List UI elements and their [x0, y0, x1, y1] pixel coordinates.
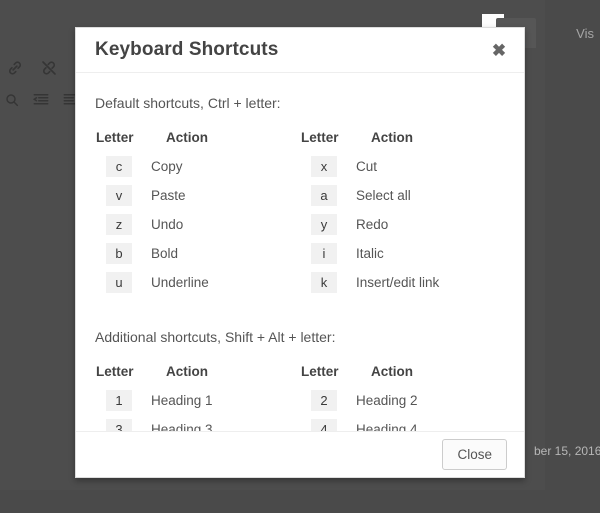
- background-publish-date: ber 15, 2016: [534, 444, 600, 458]
- shortcut-key: x: [311, 156, 337, 177]
- shortcut-action: Heading 3: [151, 422, 213, 431]
- column-header-action: Action: [371, 364, 413, 379]
- shortcut-key: 3: [106, 419, 132, 431]
- dialog-header: Keyboard Shortcuts ✖: [76, 28, 524, 73]
- column-header-action: Action: [371, 130, 413, 145]
- dialog-title: Keyboard Shortcuts: [95, 39, 279, 60]
- table-row: 1 Heading 1: [95, 386, 300, 415]
- table-row: k Insert/edit link: [300, 268, 505, 297]
- shortcut-table-additional-left: Letter Action 1 Heading 1 3 Heading 3 5 …: [95, 357, 300, 431]
- unlink-icon: [38, 57, 60, 79]
- column-header-letter: Letter: [301, 130, 339, 145]
- table-header-row: Letter Action: [300, 357, 505, 386]
- shortcut-action: Cut: [356, 159, 378, 174]
- shortcut-action: Redo: [356, 217, 389, 232]
- shortcut-tables-additional: Letter Action 1 Heading 1 3 Heading 3 5 …: [95, 357, 505, 431]
- outdent-icon: [32, 89, 50, 111]
- dialog-body: Default shortcuts, Ctrl + letter: Letter…: [76, 73, 524, 431]
- shortcut-action: Heading 4: [356, 422, 418, 431]
- table-row: c Copy: [95, 152, 300, 181]
- table-row: a Select all: [300, 181, 505, 210]
- table-row: z Undo: [95, 210, 300, 239]
- column-header-letter: Letter: [96, 364, 134, 379]
- column-header-letter: Letter: [96, 130, 134, 145]
- shortcut-key: c: [106, 156, 132, 177]
- table-header-row: Letter Action: [300, 123, 505, 152]
- background-toolbar-row-1: [0, 52, 80, 84]
- table-row: 2 Heading 2: [300, 386, 505, 415]
- shortcut-action: Paste: [151, 188, 186, 203]
- shortcut-tables-default: Letter Action c Copy v Paste z Undo b Bo…: [95, 123, 505, 297]
- shortcut-key: u: [106, 272, 132, 293]
- shortcut-table-default-left: Letter Action c Copy v Paste z Undo b Bo…: [95, 123, 300, 297]
- table-row: 4 Heading 4: [300, 415, 505, 431]
- shortcut-action: Select all: [356, 188, 411, 203]
- table-row: 3 Heading 3: [95, 415, 300, 431]
- section-heading-additional: Additional shortcuts, Shift + Alt + lett…: [95, 329, 336, 345]
- table-header-row: Letter Action: [95, 123, 300, 152]
- table-header-row: Letter Action: [95, 357, 300, 386]
- table-row: y Redo: [300, 210, 505, 239]
- shortcut-key: 4: [311, 419, 337, 431]
- shortcut-key: 2: [311, 390, 337, 411]
- shortcut-key: b: [106, 243, 132, 264]
- shortcut-key: k: [311, 272, 337, 293]
- background-editor-toolbar: [0, 52, 80, 124]
- shortcut-action: Copy: [151, 159, 183, 174]
- shortcut-key: a: [311, 185, 337, 206]
- table-row: x Cut: [300, 152, 505, 181]
- dialog-footer: Close: [76, 431, 524, 477]
- background-toolbar-row-2: [0, 84, 80, 116]
- shortcut-key: v: [106, 185, 132, 206]
- shortcut-key: 1: [106, 390, 132, 411]
- link-icon: [4, 57, 26, 79]
- shortcut-action: Heading 2: [356, 393, 418, 408]
- column-header-action: Action: [166, 130, 208, 145]
- shortcut-key: z: [106, 214, 132, 235]
- table-row: i Italic: [300, 239, 505, 268]
- close-button[interactable]: Close: [442, 438, 507, 471]
- shortcut-action: Heading 1: [151, 393, 213, 408]
- shortcut-action: Bold: [151, 246, 179, 261]
- shortcut-action: Undo: [151, 217, 184, 232]
- table-row: b Bold: [95, 239, 300, 268]
- search-icon: [4, 89, 20, 111]
- close-icon[interactable]: ✖: [482, 34, 516, 68]
- shortcut-key: y: [311, 214, 337, 235]
- table-row: u Underline: [95, 268, 300, 297]
- shortcut-action: Italic: [356, 246, 384, 261]
- keyboard-shortcuts-dialog: Keyboard Shortcuts ✖ Default shortcuts, …: [75, 27, 525, 478]
- shortcut-action: Insert/edit link: [356, 275, 440, 290]
- shortcut-key: i: [311, 243, 337, 264]
- table-row: v Paste: [95, 181, 300, 210]
- column-header-action: Action: [166, 364, 208, 379]
- shortcut-action: Underline: [151, 275, 209, 290]
- shortcut-table-additional-right: Letter Action 2 Heading 2 4 Heading 4 6 …: [300, 357, 505, 431]
- shortcut-table-default-right: Letter Action x Cut a Select all y Redo …: [300, 123, 505, 297]
- background-tab-visual: Vis: [576, 26, 594, 41]
- section-heading-default: Default shortcuts, Ctrl + letter:: [95, 95, 281, 111]
- column-header-letter: Letter: [301, 364, 339, 379]
